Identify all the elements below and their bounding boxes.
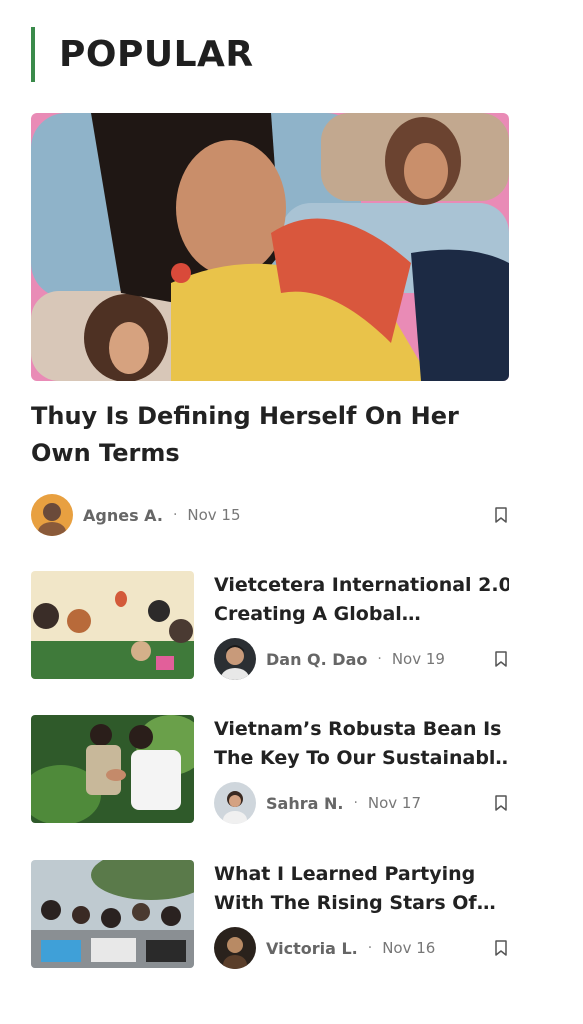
article-meta: Dan Q. Dao · Nov 19 [214, 638, 509, 680]
meta-separator: · [377, 651, 382, 667]
article-meta: Victoria L. · Nov 16 [214, 927, 509, 969]
author-avatar[interactable] [31, 494, 73, 536]
hero-image[interactable] [31, 113, 509, 381]
meta-separator: · [172, 507, 178, 523]
hero-article-meta: Agnes A. · Nov 15 [31, 494, 509, 536]
article-card[interactable]: What I Learned Partying With The Rising … [31, 860, 509, 970]
article-thumbnail[interactable] [31, 860, 194, 968]
article-title-line: Vietnam’s Robusta Bean Is [214, 718, 502, 740]
article-title-line: The Key To Our Sustainabl… [214, 747, 509, 769]
author-name[interactable]: Sahra N. [266, 794, 343, 813]
section-title: POPULAR [59, 34, 254, 75]
publish-date: Nov 19 [391, 650, 445, 668]
article-title-line: What I Learned Partying [214, 863, 476, 885]
publish-date: Nov 15 [187, 506, 241, 524]
author-name[interactable]: Dan Q. Dao [266, 650, 367, 669]
article-thumbnail[interactable] [31, 715, 194, 823]
author-avatar[interactable] [214, 638, 256, 680]
article-title[interactable]: Vietcetera International 2.0: Creating A… [214, 571, 509, 629]
article-title-line: Vietcetera International 2.0: [214, 574, 509, 596]
article-meta: Sahra N. · Nov 17 [214, 782, 509, 824]
article-card[interactable]: Vietnam’s Robusta Bean Is The Key To Our… [31, 715, 509, 825]
article-title-line: Creating A Global… [214, 603, 421, 625]
meta-separator: · [367, 940, 373, 956]
article-title[interactable]: What I Learned Partying With The Rising … [214, 860, 509, 918]
publish-date: Nov 17 [367, 794, 422, 812]
article-title-line: With The Rising Stars Of… [214, 892, 496, 914]
hero-article-title[interactable]: Thuy Is Defining Herself On Her Own Term… [31, 398, 511, 472]
section-header: POPULAR [31, 27, 254, 82]
publish-date: Nov 16 [382, 939, 436, 957]
section-accent-bar [31, 27, 35, 82]
article-title[interactable]: Vietnam’s Robusta Bean Is The Key To Our… [214, 715, 509, 773]
article-card[interactable]: Vietcetera International 2.0: Creating A… [31, 571, 509, 681]
author-avatar[interactable] [214, 782, 256, 824]
bookmark-icon[interactable] [493, 650, 509, 668]
bookmark-icon[interactable] [493, 794, 509, 812]
author-avatar[interactable] [214, 927, 256, 969]
meta-separator: · [353, 795, 358, 811]
article-thumbnail[interactable] [31, 571, 194, 679]
author-name[interactable]: Victoria L. [266, 939, 358, 958]
bookmark-icon[interactable] [493, 939, 509, 957]
bookmark-icon[interactable] [493, 506, 509, 524]
author-name[interactable]: Agnes A. [83, 506, 163, 525]
